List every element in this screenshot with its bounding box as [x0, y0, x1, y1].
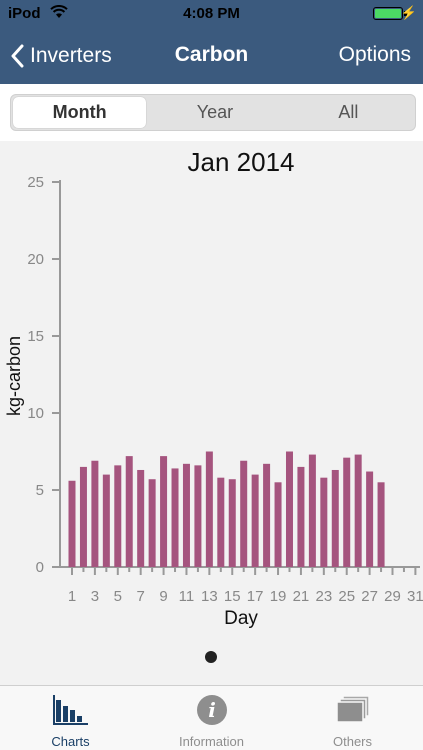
bar [194, 465, 202, 567]
segment-year[interactable]: Year [148, 95, 281, 130]
status-bar: iPod 4:08 PM ⚡ [0, 0, 423, 28]
x-tick-label: 21 [293, 588, 310, 605]
y-tick-label: 25 [27, 174, 44, 191]
x-tick-label: 15 [224, 588, 241, 605]
bar [263, 463, 271, 567]
bar [343, 457, 351, 567]
navigation-bar: Inverters Carbon Options [0, 28, 423, 84]
charging-bolt-icon: ⚡ [400, 5, 417, 20]
info-icon: i [195, 693, 229, 727]
segment-bar: Month Year All [0, 84, 423, 141]
y-tick-label: 20 [27, 251, 44, 268]
chart-title: Jan 2014 [188, 147, 295, 177]
bar [228, 479, 236, 567]
chart-area[interactable]: Jan 2014 0 5 10 15 20 25 kg-carbon 1 3 5 7 9 11 13 15 17… [0, 141, 423, 685]
bar [320, 477, 328, 567]
x-tick-label: 1 [68, 588, 76, 605]
tab-bar: Charts i Information Others [0, 685, 423, 750]
bar [137, 469, 145, 567]
bar [274, 482, 282, 567]
bar [182, 463, 190, 567]
bar [217, 477, 225, 567]
x-tick-label: 9 [159, 588, 167, 605]
x-tick-label: 5 [114, 588, 122, 605]
x-tick-label: 31 [407, 588, 423, 605]
y-tick-label: 5 [36, 482, 44, 499]
tab-charts[interactable]: Charts [0, 686, 141, 750]
tab-information-label: Information [178, 734, 245, 749]
bar [114, 465, 122, 567]
x-tick-label: 23 [315, 588, 332, 605]
x-tick-label: 27 [361, 588, 378, 605]
status-time: 4:08 PM [183, 5, 240, 22]
page-indicator-dot[interactable] [205, 651, 217, 663]
x-axis-label: Day [224, 608, 258, 629]
y-tick-label: 15 [27, 328, 44, 345]
x-tick-label: 19 [270, 588, 287, 605]
x-tick-label: 13 [201, 588, 218, 605]
bar [285, 451, 293, 567]
tab-information[interactable]: i Information [141, 686, 282, 750]
segment-all[interactable]: All [282, 95, 415, 130]
x-tick-label: 11 [179, 588, 195, 605]
options-button[interactable]: Options [339, 43, 411, 67]
bar [240, 460, 248, 567]
bar [68, 480, 76, 567]
x-tick-label: 3 [91, 588, 99, 605]
battery-icon [373, 7, 403, 20]
svg-text:i: i [208, 698, 216, 722]
x-tick-label: 17 [247, 588, 264, 605]
bar [160, 456, 168, 567]
y-tick-label: 10 [27, 405, 44, 422]
back-button-label: Inverters [30, 44, 112, 67]
bar [354, 454, 362, 567]
bar [251, 474, 259, 567]
bar [125, 456, 133, 567]
bar [171, 468, 179, 567]
period-segmented-control: Month Year All [10, 94, 416, 131]
bar [308, 454, 316, 567]
bar [366, 471, 374, 567]
y-tick-label: 0 [36, 559, 44, 576]
tab-others-label: Others [332, 734, 372, 749]
x-tick-label: 29 [384, 588, 401, 605]
bar [377, 482, 385, 567]
chevron-left-icon [11, 44, 24, 68]
carbon-bar-chart: Jan 20140510152025kg-carbon1 3 5 7 9 11 13 15 17… [4, 147, 423, 629]
bar [79, 466, 87, 567]
bar [91, 460, 99, 567]
bar [205, 451, 213, 567]
bar [148, 479, 156, 567]
bar-chart-icon [52, 693, 89, 727]
bar [331, 469, 339, 567]
back-button[interactable]: Inverters [10, 42, 112, 70]
x-tick-label: 25 [338, 588, 355, 605]
y-axis-label: kg-carbon [4, 336, 24, 416]
segment-month[interactable]: Month [13, 97, 147, 128]
bar [102, 474, 110, 567]
tab-charts-label: Charts [51, 734, 90, 749]
stack-icon [334, 693, 372, 727]
bar [297, 466, 305, 567]
x-tick-label: 7 [137, 588, 145, 605]
tab-others[interactable]: Others [282, 686, 423, 750]
